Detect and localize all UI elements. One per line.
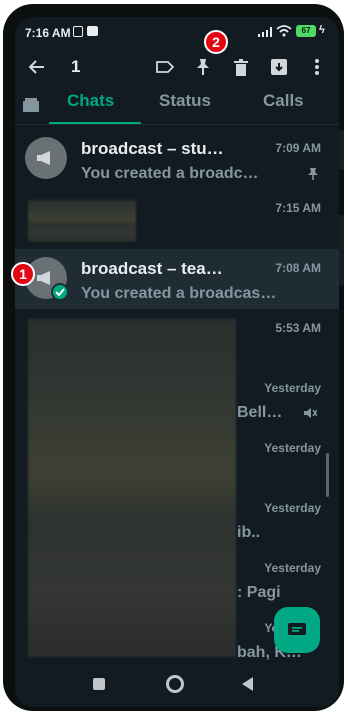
wifi-icon: [276, 25, 292, 37]
back-button[interactable]: [23, 53, 51, 81]
chat-row-8[interactable]: Yesterday : Pagi: [15, 549, 339, 609]
message-notification-icon: [87, 26, 98, 36]
archive-button[interactable]: [265, 53, 293, 81]
chat-name: broadcast – tea…: [81, 259, 223, 278]
label-icon: [156, 61, 174, 73]
archive-icon: [271, 59, 287, 75]
home-button[interactable]: [166, 675, 184, 693]
delete-button[interactable]: [227, 53, 255, 81]
tab-status[interactable]: Status: [159, 91, 211, 111]
broadcast-avatar: [25, 137, 67, 179]
chat-time: Yesterday: [264, 501, 321, 515]
chat-preview-fragment: Bell…: [237, 404, 283, 421]
muted-icon: [304, 408, 317, 418]
selected-count: 1: [71, 57, 81, 76]
chat-row-broadcast-stu[interactable]: broadcast – stu… 7:09 AM You created a b…: [15, 129, 339, 189]
communities-tab[interactable]: [19, 95, 43, 115]
trash-icon: [234, 58, 248, 76]
chat-time: 7:09 AM: [275, 141, 321, 155]
chat-row-7[interactable]: Yesterday ib..: [15, 489, 339, 549]
chat-row-broadcast-tea[interactable]: broadcast – tea… 7:08 AM You created a b…: [15, 249, 339, 309]
tab-calls[interactable]: Calls: [263, 91, 304, 111]
chat-time: 7:08 AM: [275, 261, 321, 275]
chat-row-2[interactable]: 7:15 AM: [15, 189, 339, 249]
status-bar: 7:16 AM 67 ϟ: [15, 17, 339, 47]
annotation-badge-1: 1: [11, 262, 35, 286]
new-broadcast-fab[interactable]: [274, 607, 320, 653]
signal-icon: [258, 27, 272, 37]
tab-bar: Chats Status Calls: [15, 91, 339, 125]
selected-check-icon: [51, 283, 69, 301]
selection-app-bar: 1: [15, 47, 339, 87]
gmail-notification-icon: [73, 26, 83, 37]
chat-time: Yesterday: [264, 381, 321, 395]
chat-row-5[interactable]: Yesterday Bell…: [15, 369, 339, 429]
tab-chats[interactable]: Chats: [67, 91, 114, 111]
back-nav-button[interactable]: [242, 677, 254, 691]
blurred-contact: [28, 200, 136, 242]
chat-time: Yesterday: [264, 561, 321, 575]
charging-icon: ϟ: [319, 24, 325, 36]
recent-apps-button[interactable]: [93, 678, 105, 690]
chat-time: 7:15 AM: [275, 201, 321, 215]
more-vert-icon: [315, 59, 319, 75]
community-icon: [23, 98, 39, 112]
megaphone-icon: [37, 271, 50, 285]
screen: 7:16 AM 67 ϟ 1 Chats Status Calls broadc…: [15, 17, 339, 707]
chat-name: broadcast – stu…: [81, 139, 224, 158]
pin-button[interactable]: [189, 53, 217, 81]
pin-icon: [197, 59, 209, 75]
more-options-button[interactable]: [305, 53, 329, 81]
chat-preview-fragment: ib..: [237, 524, 261, 541]
chat-preview-fragment: : Pagi: [237, 584, 281, 601]
scrollbar[interactable]: [326, 453, 329, 497]
tab-divider: [15, 124, 339, 125]
back-arrow-icon: [29, 60, 44, 74]
chat-time: 5:53 AM: [275, 321, 321, 335]
chat-preview: You created a broadc…: [81, 165, 259, 182]
chat-row-6[interactable]: Yesterday: [15, 429, 339, 489]
annotation-badge-2: 2: [204, 30, 228, 54]
clock: 7:16 AM: [25, 26, 71, 40]
chat-preview: You created a broadcas…: [81, 285, 277, 302]
message-icon: [288, 623, 306, 635]
chat-time: Yesterday: [264, 441, 321, 455]
chat-row-4[interactable]: 5:53 AM: [15, 309, 339, 369]
label-button[interactable]: [151, 53, 179, 81]
megaphone-icon: [37, 151, 50, 165]
system-nav-bar: [15, 665, 339, 707]
pinned-icon: [308, 168, 318, 180]
battery-icon: 67: [296, 25, 316, 37]
